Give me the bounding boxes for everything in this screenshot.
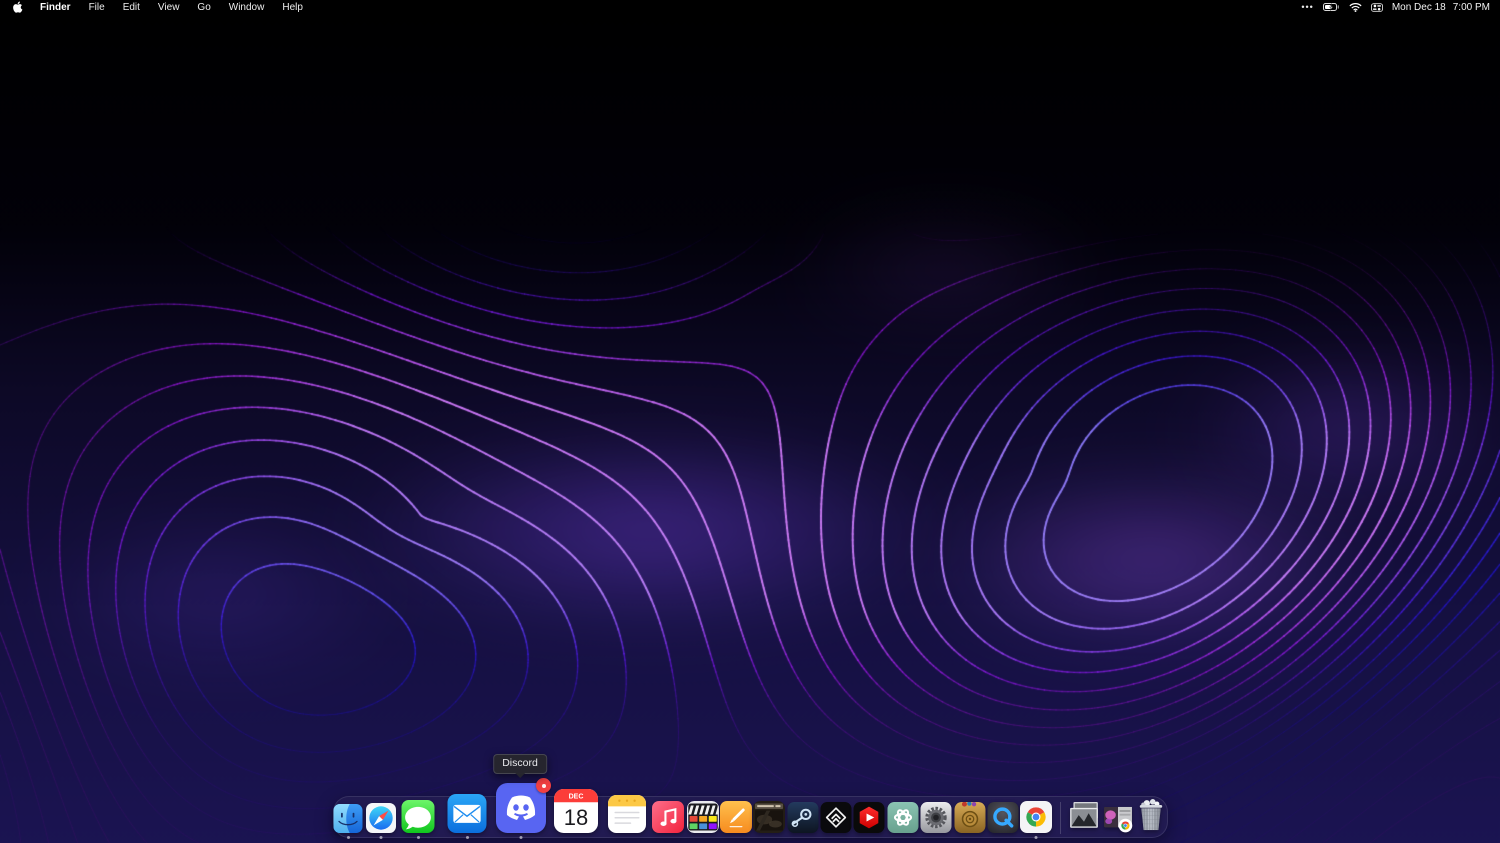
dock-item-emblem[interactable] <box>820 802 852 833</box>
wifi-icon[interactable] <box>1349 2 1362 12</box>
running-indicator <box>465 836 469 839</box>
calendar-month: DEC <box>569 794 584 801</box>
desktop-wallpaper[interactable] <box>0 0 1500 843</box>
dock-item-pages[interactable] <box>720 801 752 833</box>
clock-time: 7:00 PM <box>1452 1 1490 13</box>
dock-item-game[interactable] <box>753 801 785 833</box>
dock-item-imovie[interactable] <box>687 801 719 833</box>
dock-item-win2[interactable] <box>1103 802 1134 833</box>
running-indicator <box>416 836 420 839</box>
dock-item-music[interactable] <box>652 801 684 833</box>
dock-divider <box>1060 802 1061 834</box>
dock-item-notes[interactable] <box>608 795 646 833</box>
dock-item-chatgpt[interactable] <box>887 802 919 833</box>
dock-item-quicktime[interactable] <box>987 802 1019 833</box>
notification-badge <box>536 778 551 793</box>
menu-bar: FinderFileEditViewGoWindowHelp ••• <box>0 0 1500 14</box>
menu-bar-clock[interactable]: Mon Dec 18 7:00 PM <box>1392 2 1490 13</box>
dock-item-ytstudio[interactable] <box>853 802 885 833</box>
clock-date: Mon Dec 18 <box>1391 1 1446 13</box>
dock-item-calendar[interactable]: DEC 18 <box>554 789 598 833</box>
dock-tooltip: Discord <box>493 754 547 774</box>
dock-item-finder[interactable] <box>333 804 363 839</box>
menu-item-edit[interactable]: Edit <box>114 2 149 13</box>
dock-item-gold[interactable] <box>954 802 986 833</box>
running-indicator <box>346 836 350 839</box>
dock-item-messages[interactable] <box>401 800 435 839</box>
menu-item-file[interactable]: File <box>80 2 114 13</box>
calendar-day: 18 <box>564 805 588 830</box>
dock-item-steam[interactable] <box>787 802 819 833</box>
apple-menu[interactable] <box>12 1 23 13</box>
menu-item-go[interactable]: Go <box>188 2 219 13</box>
dock-item-discord[interactable] <box>496 778 551 839</box>
dock-item-trash[interactable] <box>1134 798 1169 833</box>
dock-item-safari[interactable] <box>366 803 396 839</box>
apple-icon <box>13 1 23 13</box>
running-indicator <box>379 836 383 839</box>
macos-desktop: { "theme": { "wallpaper_accent": "#7b3ff… <box>0 0 1500 843</box>
dock-item-mail[interactable] <box>447 794 487 839</box>
dock-item-win1[interactable] <box>1068 800 1101 833</box>
dock-item-settings[interactable] <box>920 802 952 833</box>
status-overflow-button[interactable]: ••• <box>1301 2 1313 12</box>
menu-item-help[interactable]: Help <box>273 2 312 13</box>
menu-item-window[interactable]: Window <box>220 2 274 13</box>
menu-bar-items: Finder File Edit View Go Window Help <box>31 2 312 13</box>
control-center-icon[interactable] <box>1370 2 1383 12</box>
dock-item-chrome[interactable] <box>1020 801 1052 839</box>
battery-charging-icon[interactable] <box>1322 3 1340 11</box>
menu-bar-status: ••• Mon Dec 18 7:00 PM <box>1301 2 1500 13</box>
menu-bar-left: Finder File Edit View Go Window Help <box>0 1 312 13</box>
menu-item-finder[interactable]: Finder <box>31 2 80 13</box>
running-indicator <box>519 836 523 839</box>
menu-item-view[interactable]: View <box>149 2 189 13</box>
running-indicator <box>1034 836 1038 839</box>
